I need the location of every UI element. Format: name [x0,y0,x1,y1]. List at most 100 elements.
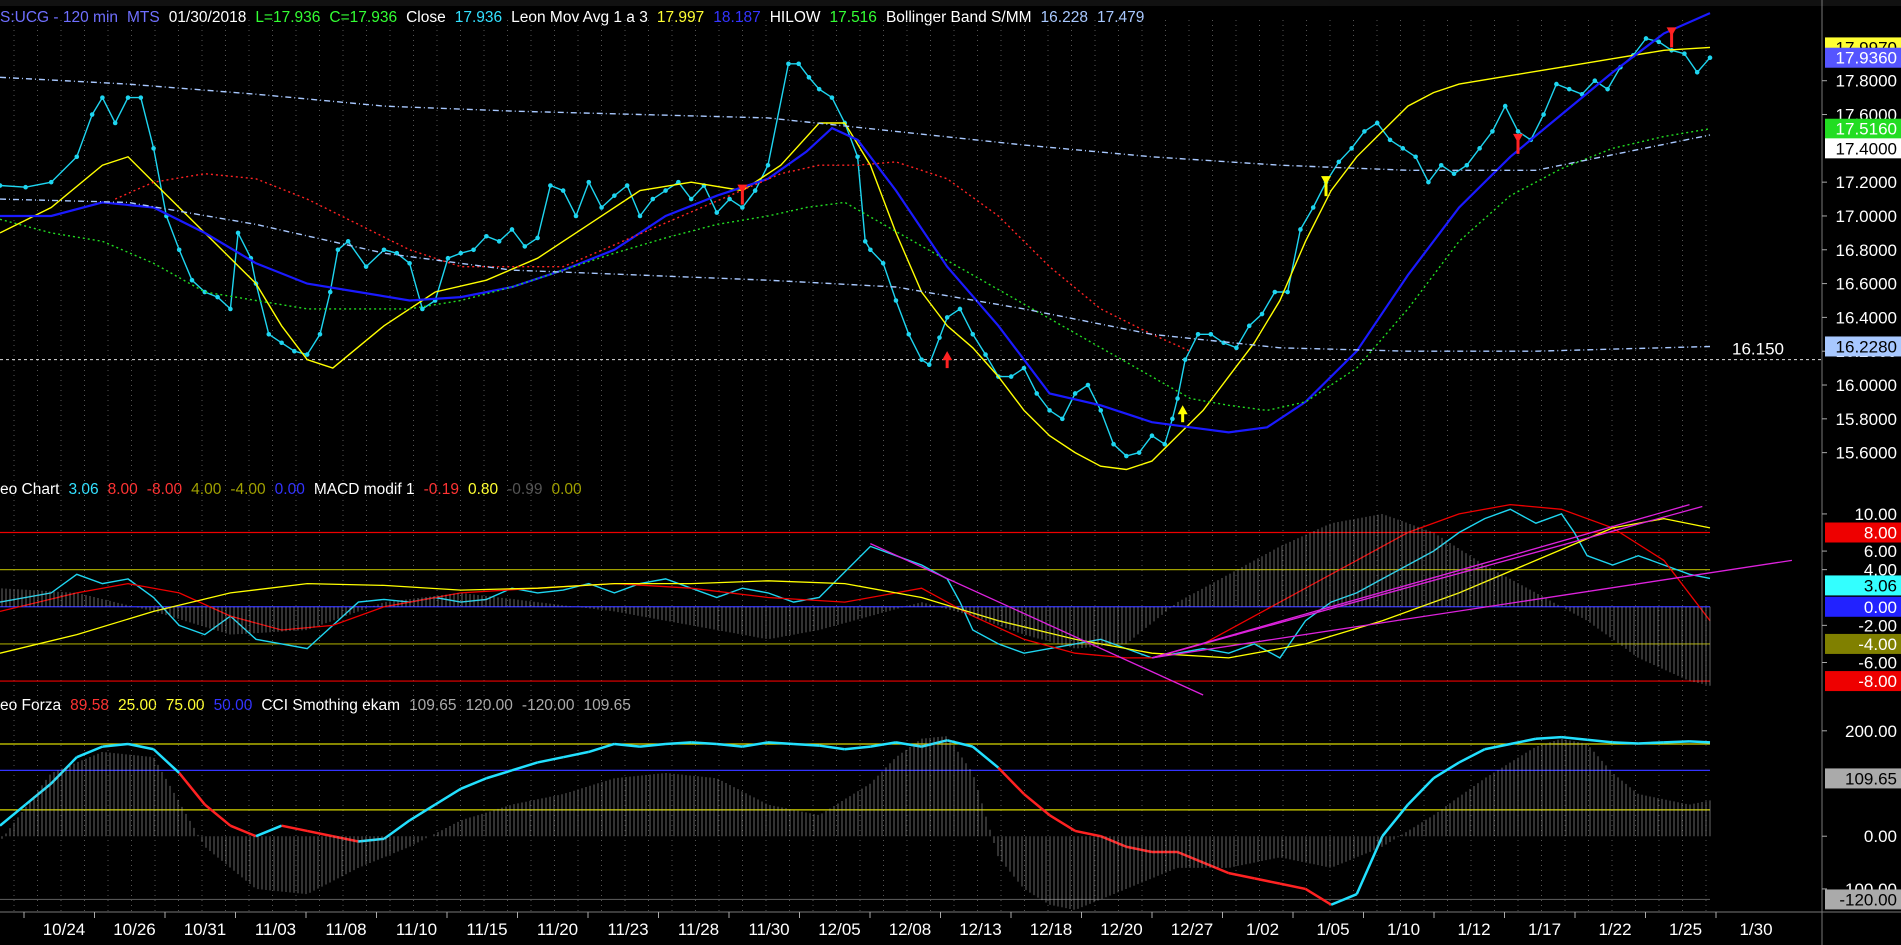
forza-segment [511,761,538,772]
y-tick-label: 10.00 [1854,505,1897,524]
forza-segment [562,750,590,759]
close-point [829,95,835,100]
close-point [317,332,323,337]
value-badge-label: -120.00 [1839,890,1897,909]
close-point [663,188,668,193]
value-badge-label: -8.00 [1858,672,1897,691]
close-point [1195,332,1201,337]
close-point [796,61,801,67]
close-point [1502,103,1508,109]
forza-segment [281,824,308,833]
panel-0: 17.800017.600017.200017.000016.800016.60… [0,12,1901,471]
close-point [1413,154,1418,160]
forza-segment [793,742,820,747]
forza-segment [1074,829,1102,838]
close-point [279,340,284,346]
close-point [868,247,873,253]
close-point [1285,289,1290,295]
close-point [983,352,988,357]
series-leon-mov-avg-blue [0,12,1711,434]
value-badge-label: 8.00 [1864,524,1897,543]
close-point [765,162,771,168]
close-point [1182,357,1188,362]
forza-segment [76,745,103,759]
forza-segment [1458,748,1486,764]
close-point [1259,311,1265,317]
panel-2: 200.000.00-100.00109.65-120.00 [0,722,1901,910]
y-tick-label: 0.00 [1864,827,1897,846]
forza-segment [152,748,181,774]
close-point [1592,78,1598,84]
x-tick-label: 11/30 [748,920,789,939]
forza-segment [1023,793,1051,817]
x-tick-label: 12/27 [1171,920,1214,939]
forza-segment [1663,740,1690,744]
close-point [509,227,515,232]
y-tick-label: -6.00 [1858,654,1897,673]
y-tick-label: 17.2000 [1836,173,1897,192]
close-point [1175,396,1180,401]
close-point [650,196,656,202]
close-point [919,357,924,362]
close-point [1374,120,1380,126]
forza-segment [383,819,411,840]
forza-segment [1228,871,1255,880]
forza-segment [1586,738,1613,744]
x-tick-label: 11/03 [255,920,296,939]
close-point [560,188,566,193]
close-point [893,298,899,303]
series-hilow-red-dotted [114,161,1191,352]
close-point [944,315,950,320]
close-point [862,239,868,244]
close-point [752,188,758,193]
close-point [458,250,464,256]
forza-segment [255,824,283,838]
close-point [1310,205,1316,210]
close-point [573,213,579,219]
x-tick-label: 11/10 [396,920,437,939]
forza-segment [1638,741,1664,745]
forza-segment [434,787,462,806]
value-badge-label: 0.00 [1864,598,1897,617]
forza-segment [1407,777,1435,806]
forza-segment [1304,887,1332,906]
close-point [786,61,791,67]
close-point [1605,86,1610,92]
value-badge-label: -4.00 [1858,635,1897,654]
close-point [714,210,720,215]
y-tick-label: 17.8000 [1836,72,1897,91]
close-point [1021,365,1027,371]
close-point [586,179,592,185]
reference-hline-label: 16.150 [1732,340,1784,359]
y-tick-label: 16.0000 [1836,376,1897,395]
close-point [1707,55,1713,61]
forza-segment [1510,737,1537,746]
forza-segment [1535,735,1562,740]
close-point [727,196,732,202]
close-point [1490,129,1495,134]
forza-segment [844,745,871,751]
x-tick-label: 1/12 [1457,920,1490,939]
forza-segment [1484,742,1511,751]
x-tick-label: 1/25 [1669,920,1702,939]
close-point [1298,227,1303,232]
close-point [1336,159,1342,165]
close-point [176,247,182,253]
forza-segment [1202,861,1230,875]
forza-segment [691,741,717,746]
close-point [1362,129,1367,134]
x-tick-label: 12/13 [959,920,1002,939]
close-point [1515,129,1521,134]
series-close [0,37,1711,457]
close-point [1400,146,1406,151]
x-tick-label: 1/02 [1246,920,1279,939]
close-point [151,146,156,151]
value-badge-label: 17.9360 [1836,49,1897,68]
forza-segment [818,744,845,751]
y-tick-label: 200.00 [1845,722,1897,741]
close-point [327,289,333,295]
close-point [363,264,369,269]
x-tick-label: 11/23 [607,920,648,939]
value-badge-label: 3.06 [1864,576,1897,595]
forza-segment [1561,735,1588,742]
